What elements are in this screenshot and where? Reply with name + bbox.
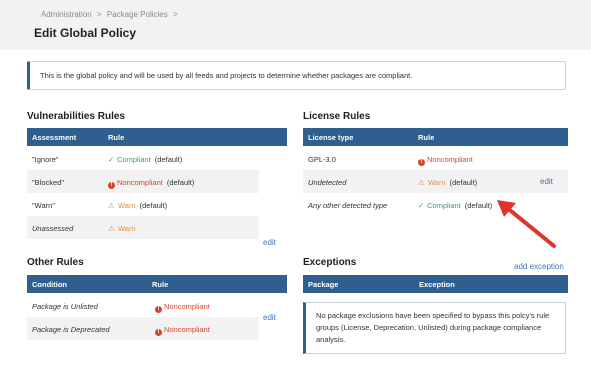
main-content: This is the global policy and will be us…	[0, 50, 591, 388]
assessment-cell: Unassessed	[32, 224, 74, 233]
exceptions-title: Exceptions	[303, 257, 357, 268]
table-row: GPL-3.0 ! Noncompliant	[303, 147, 568, 170]
breadcrumb-separator: >	[172, 10, 178, 19]
column-header-condition: Condition	[32, 280, 67, 289]
exceptions-empty-message: No package exclusions have been specifie…	[303, 302, 566, 354]
table-row: "Ignore" ✓ Compliant (default)	[27, 147, 259, 170]
empty-message-text: No package exclusions have been specifie…	[316, 311, 550, 344]
condition-cell: Package is Deprecated	[32, 325, 110, 334]
table-row: "Blocked" ! Noncompliant (default)	[27, 170, 259, 193]
error-icon: !	[108, 182, 115, 189]
warning-icon: ⚠	[418, 178, 425, 187]
other-rules-table: Condition Rule Package is Unlisted ! Nonc…	[27, 275, 287, 341]
edit-vulnerabilities-link[interactable]: edit	[263, 238, 276, 247]
rule-cell: ! Noncompliant	[155, 325, 210, 336]
breadcrumb: Administration > Package Policies >	[41, 10, 181, 19]
warning-icon: ⚠	[108, 224, 115, 233]
license-type-cell: GPL-3.0	[308, 155, 336, 164]
table-row: Unassessed ⚠ Warn	[27, 216, 259, 239]
rule-cell: ! Noncompliant	[155, 302, 210, 313]
table-row: Package is Deprecated ! Noncompliant	[27, 317, 259, 340]
rule-cell: ⚠ Warn (default)	[108, 201, 168, 210]
error-icon: !	[155, 329, 162, 336]
vulnerabilities-rules-title: Vulnerabilities Rules	[27, 111, 125, 122]
column-header-assessment: Assessment	[32, 133, 77, 142]
table-header: License type Rule	[303, 128, 568, 146]
license-type-cell: Undetected	[308, 178, 347, 187]
license-type-cell: Any other detected type	[308, 201, 388, 210]
assessment-cell: "Warn"	[32, 201, 55, 210]
table-row: "Warn" ⚠ Warn (default)	[27, 193, 259, 216]
rule-cell: ! Noncompliant (default)	[108, 178, 194, 189]
table-header: Package Exception	[303, 275, 568, 293]
table-header: Assessment Rule	[27, 128, 287, 146]
rule-cell: ⚠ Warn (default)	[418, 178, 478, 187]
column-header-package: Package	[308, 280, 339, 289]
add-exception-link[interactable]: add exception	[514, 262, 564, 271]
annotation-arrow-icon	[497, 200, 556, 248]
license-rules-title: License Rules	[303, 111, 371, 122]
edit-other-rules-link[interactable]: edit	[263, 313, 276, 322]
column-header-rule: Rule	[152, 280, 169, 289]
edit-license-link[interactable]: edit	[540, 177, 553, 186]
rule-cell: ✓ Compliant (default)	[108, 155, 183, 164]
error-icon: !	[418, 159, 425, 166]
warning-icon: ⚠	[108, 201, 115, 210]
check-icon: ✓	[108, 155, 115, 164]
assessment-cell: "Ignore"	[32, 155, 59, 164]
vulnerabilities-table: Assessment Rule "Ignore" ✓ Compliant (defa…	[27, 128, 287, 247]
page-title: Edit Global Policy	[34, 26, 137, 40]
breadcrumb-administration[interactable]: Administration	[41, 10, 92, 19]
condition-cell: Package is Unlisted	[32, 302, 98, 311]
info-banner: This is the global policy and will be us…	[27, 61, 566, 90]
error-icon: !	[155, 306, 162, 313]
other-rules-title: Other Rules	[27, 257, 84, 268]
page-header: Administration > Package Policies > Edit…	[0, 0, 591, 50]
rule-cell: ✓ Compliant (default)	[418, 201, 493, 210]
exceptions-table: Package Exception	[303, 275, 568, 293]
column-header-license-type: License type	[308, 133, 354, 142]
table-header: Condition Rule	[27, 275, 287, 293]
breadcrumb-separator: >	[96, 10, 102, 19]
breadcrumb-package-policies[interactable]: Package Policies	[107, 10, 168, 19]
column-header-exception: Exception	[419, 280, 455, 289]
check-icon: ✓	[418, 201, 425, 210]
column-header-rule: Rule	[418, 133, 435, 142]
column-header-rule: Rule	[108, 133, 125, 142]
table-row: Package is Unlisted ! Noncompliant	[27, 294, 259, 317]
info-text: This is the global policy and will be us…	[40, 71, 413, 80]
rule-cell: ! Noncompliant	[418, 155, 473, 166]
table-row: Undetected ⚠ Warn (default) edit	[303, 170, 568, 193]
rule-cell: ⚠ Warn	[108, 224, 136, 233]
assessment-cell: "Blocked"	[32, 178, 65, 187]
